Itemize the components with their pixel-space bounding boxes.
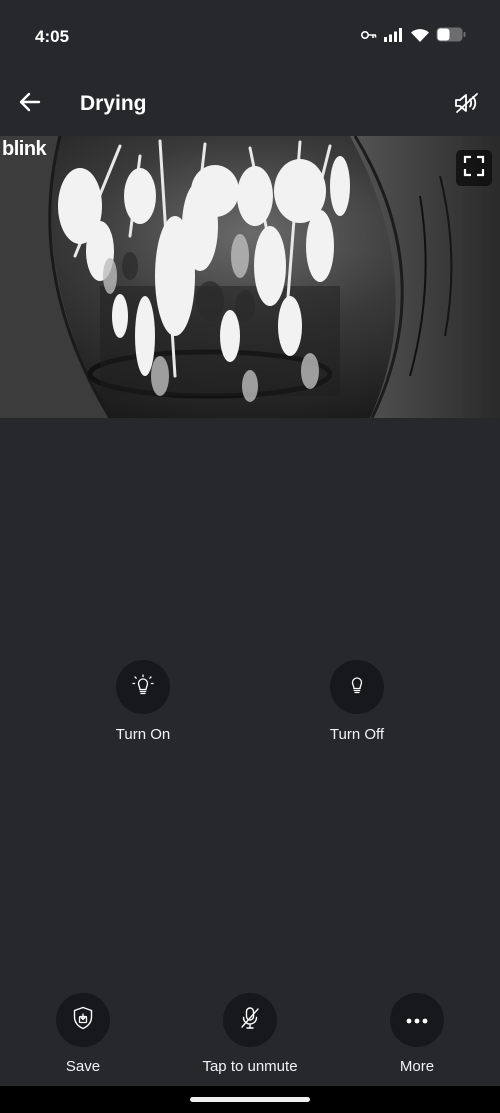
- system-navigation-bar: [0, 1086, 500, 1113]
- page-title: Drying: [80, 92, 147, 115]
- status-icons: [361, 27, 466, 42]
- fullscreen-button[interactable]: [456, 150, 492, 186]
- fullscreen-icon: [463, 155, 485, 182]
- speaker-toggle-button[interactable]: [450, 88, 484, 122]
- speaker-muted-icon: [454, 92, 480, 119]
- save-label: Save: [65, 1058, 101, 1075]
- more-button[interactable]: [390, 993, 444, 1047]
- live-video-feed[interactable]: blink: [0, 136, 500, 418]
- unmute-button[interactable]: [223, 993, 277, 1047]
- more-dots-icon: [406, 1011, 428, 1029]
- save-button[interactable]: [56, 993, 110, 1047]
- bulb-on-icon: [132, 673, 154, 701]
- arrow-left-icon: [19, 92, 41, 117]
- turn-on-control: Turn On: [83, 660, 203, 743]
- save-action: Save: [13, 993, 153, 1075]
- turn-off-control: Turn Off: [297, 660, 417, 743]
- mic-muted-icon: [239, 1006, 261, 1035]
- unmute-action: Tap to unmute: [180, 993, 320, 1075]
- camera-image: [0, 136, 500, 418]
- turn-on-label: Turn On: [115, 726, 171, 743]
- unmute-label: Tap to unmute: [202, 1058, 298, 1075]
- key-icon: [361, 30, 377, 40]
- status-time: 4:05: [35, 27, 70, 46]
- turn-off-button[interactable]: [330, 660, 384, 714]
- app-bar: Drying: [0, 80, 500, 132]
- home-indicator[interactable]: [190, 1097, 310, 1102]
- shield-save-icon: [72, 1006, 94, 1035]
- bottom-action-bar: Save Tap to unmute More: [0, 993, 500, 1083]
- blink-logo: blink: [2, 138, 47, 160]
- battery-icon: [436, 27, 466, 42]
- more-label: More: [399, 1058, 435, 1075]
- back-button[interactable]: [14, 88, 46, 120]
- turn-on-button[interactable]: [116, 660, 170, 714]
- signal-icon: [384, 27, 404, 42]
- status-bar: 4:05: [0, 0, 500, 70]
- bulb-off-icon: [346, 674, 368, 701]
- more-action: More: [347, 993, 487, 1075]
- wifi-icon: [411, 28, 429, 42]
- turn-off-label: Turn Off: [329, 726, 385, 743]
